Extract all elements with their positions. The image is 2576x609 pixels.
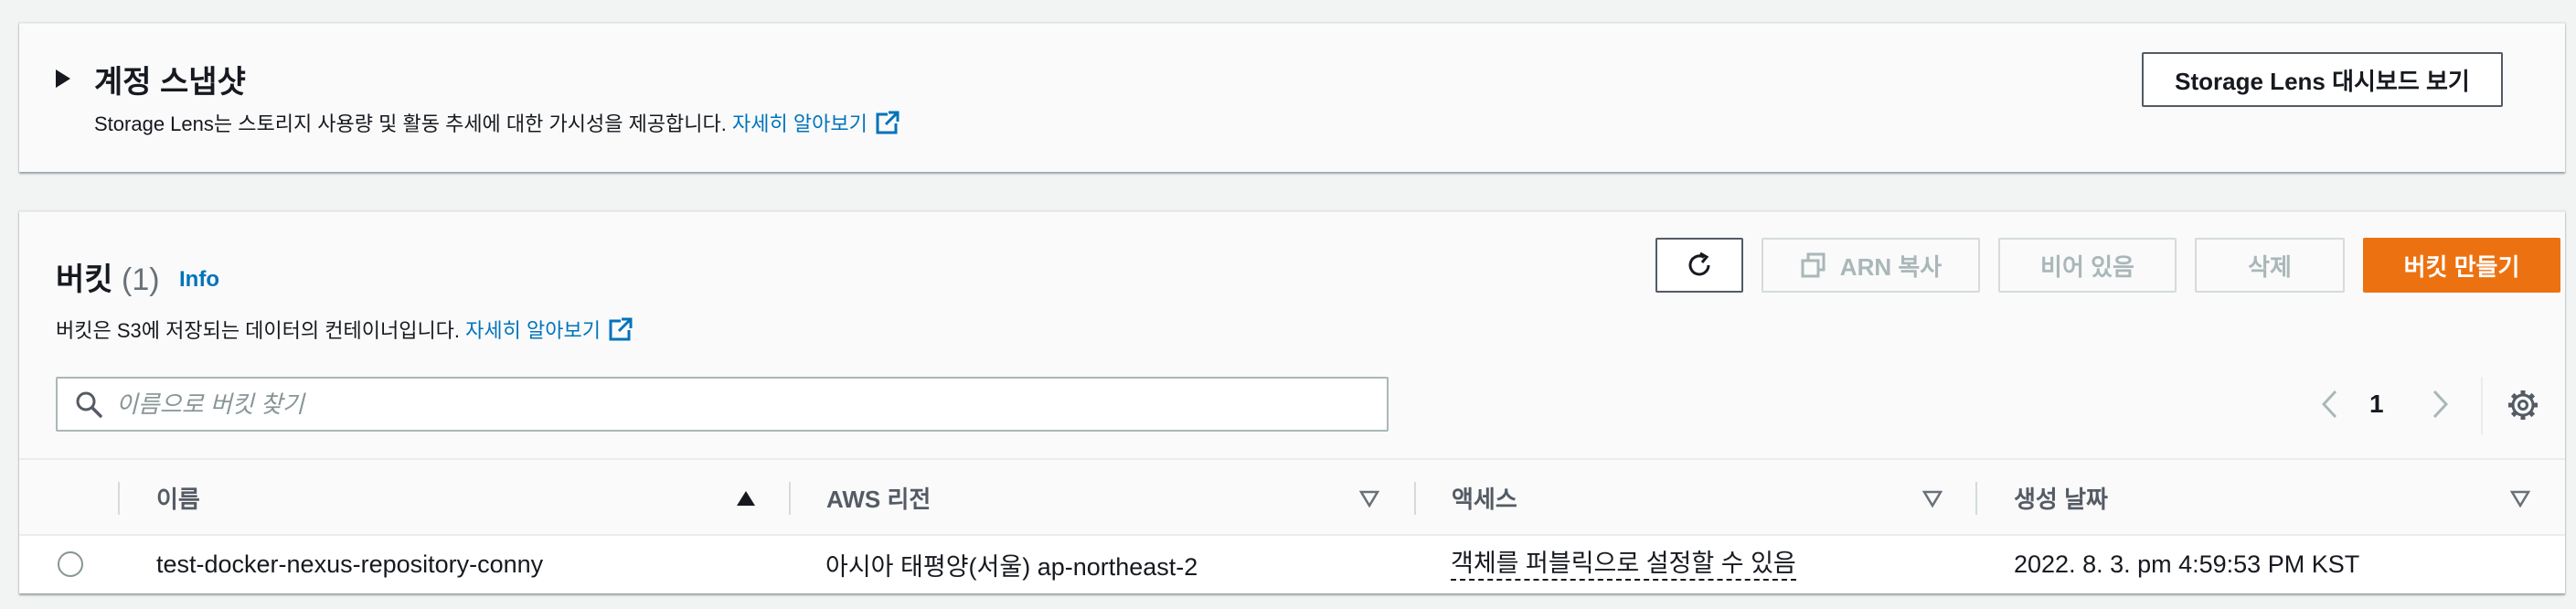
sort-descending-icon[interactable] [1922, 489, 1943, 508]
buckets-description: 버킷은 S3에 저장되는 데이터의 컨테이너입니다. 자세히 알아보기 [56, 315, 633, 344]
account-snapshot-description: Storage Lens는 스토리지 사용량 및 활동 추세에 대한 가시성을 … [94, 108, 900, 137]
bucket-name-link[interactable]: test-docker-nexus-repository-conny [156, 536, 543, 593]
create-bucket-button[interactable]: 버킷 만들기 [2363, 238, 2560, 293]
column-header-created[interactable]: 생성 날짜 [2014, 460, 2108, 536]
buckets-title: 버킷 [56, 262, 113, 297]
bucket-search-input[interactable] [116, 381, 1378, 427]
external-link-icon[interactable] [608, 316, 633, 342]
info-link[interactable]: Info [179, 267, 219, 293]
sort-ascending-icon[interactable] [736, 489, 756, 508]
search-icon [76, 391, 102, 418]
column-header-name[interactable]: 이름 [156, 460, 200, 536]
chevron-right-icon[interactable] [2423, 386, 2456, 422]
bucket-access[interactable]: 객체를 퍼블릭으로 설정할 수 있음 [1451, 536, 1796, 593]
delete-bucket-button[interactable]: 삭제 [2195, 238, 2345, 293]
column-divider [789, 482, 791, 515]
storage-lens-learn-more-link[interactable]: 자세히 알아보기 [732, 108, 868, 137]
pager-divider [2481, 377, 2483, 435]
refresh-button[interactable] [1655, 238, 1743, 293]
buckets-description-text: 버킷은 S3에 저장되는 데이터의 컨테이너입니다. [56, 319, 461, 342]
chevron-left-icon[interactable] [2314, 386, 2347, 422]
buckets-table: 이름 AWS 리전 액세스 생성 날짜 test-docker-nexus-re… [19, 458, 2565, 593]
copy-arn-label: ARN 복사 [1839, 252, 1943, 281]
column-divider [1975, 482, 1977, 515]
copy-arn-button[interactable]: ARN 복사 [1762, 238, 1980, 293]
column-divider [1414, 482, 1416, 515]
buckets-heading: 버킷 (1) [56, 254, 160, 299]
bucket-access-text[interactable]: 객체를 퍼블릭으로 설정할 수 있음 [1451, 548, 1796, 581]
current-page-number[interactable]: 1 [2369, 390, 2384, 419]
empty-bucket-button[interactable]: 비어 있음 [1998, 238, 2177, 293]
buckets-count: (1) [122, 262, 160, 297]
settings-gear-icon[interactable] [2506, 388, 2540, 422]
account-snapshot-panel: 계정 스냅샷 Storage Lens는 스토리지 사용량 및 활동 추세에 대… [19, 23, 2565, 172]
account-snapshot-title[interactable]: 계정 스냅샷 [94, 57, 246, 102]
bucket-created-date: 2022. 8. 3. pm 4:59:53 PM KST [2014, 550, 2360, 578]
refresh-icon [1688, 251, 1710, 276]
sort-descending-icon[interactable] [1359, 489, 1379, 508]
buckets-panel: 버킷 (1) Info 버킷은 S3에 저장되는 데이터의 컨테이너입니다. 자… [19, 211, 2565, 593]
expand-caret-icon[interactable] [56, 69, 70, 88]
bucket-region: 아시아 태평양(서울) ap-northeast-2 [825, 552, 1198, 581]
column-header-access[interactable]: 액세스 [1452, 460, 1517, 536]
storage-lens-dashboard-button[interactable]: Storage Lens 대시보드 보기 [2142, 52, 2503, 107]
sort-descending-icon[interactable] [2510, 489, 2530, 508]
column-divider [118, 482, 120, 515]
row-select-radio[interactable] [58, 551, 83, 577]
table-row[interactable]: test-docker-nexus-repository-conny 아시아 태… [19, 536, 2565, 593]
bucket-search-box [56, 377, 1389, 432]
column-header-region[interactable]: AWS 리전 [826, 460, 931, 536]
buckets-learn-more-link[interactable]: 자세히 알아보기 [465, 315, 601, 344]
copy-icon [1801, 252, 1826, 278]
storage-lens-description-text: Storage Lens는 스토리지 사용량 및 활동 추세에 대한 가시성을 … [94, 112, 727, 135]
table-header: 이름 AWS 리전 액세스 생성 날짜 [19, 458, 2565, 536]
external-link-icon[interactable] [875, 110, 900, 135]
